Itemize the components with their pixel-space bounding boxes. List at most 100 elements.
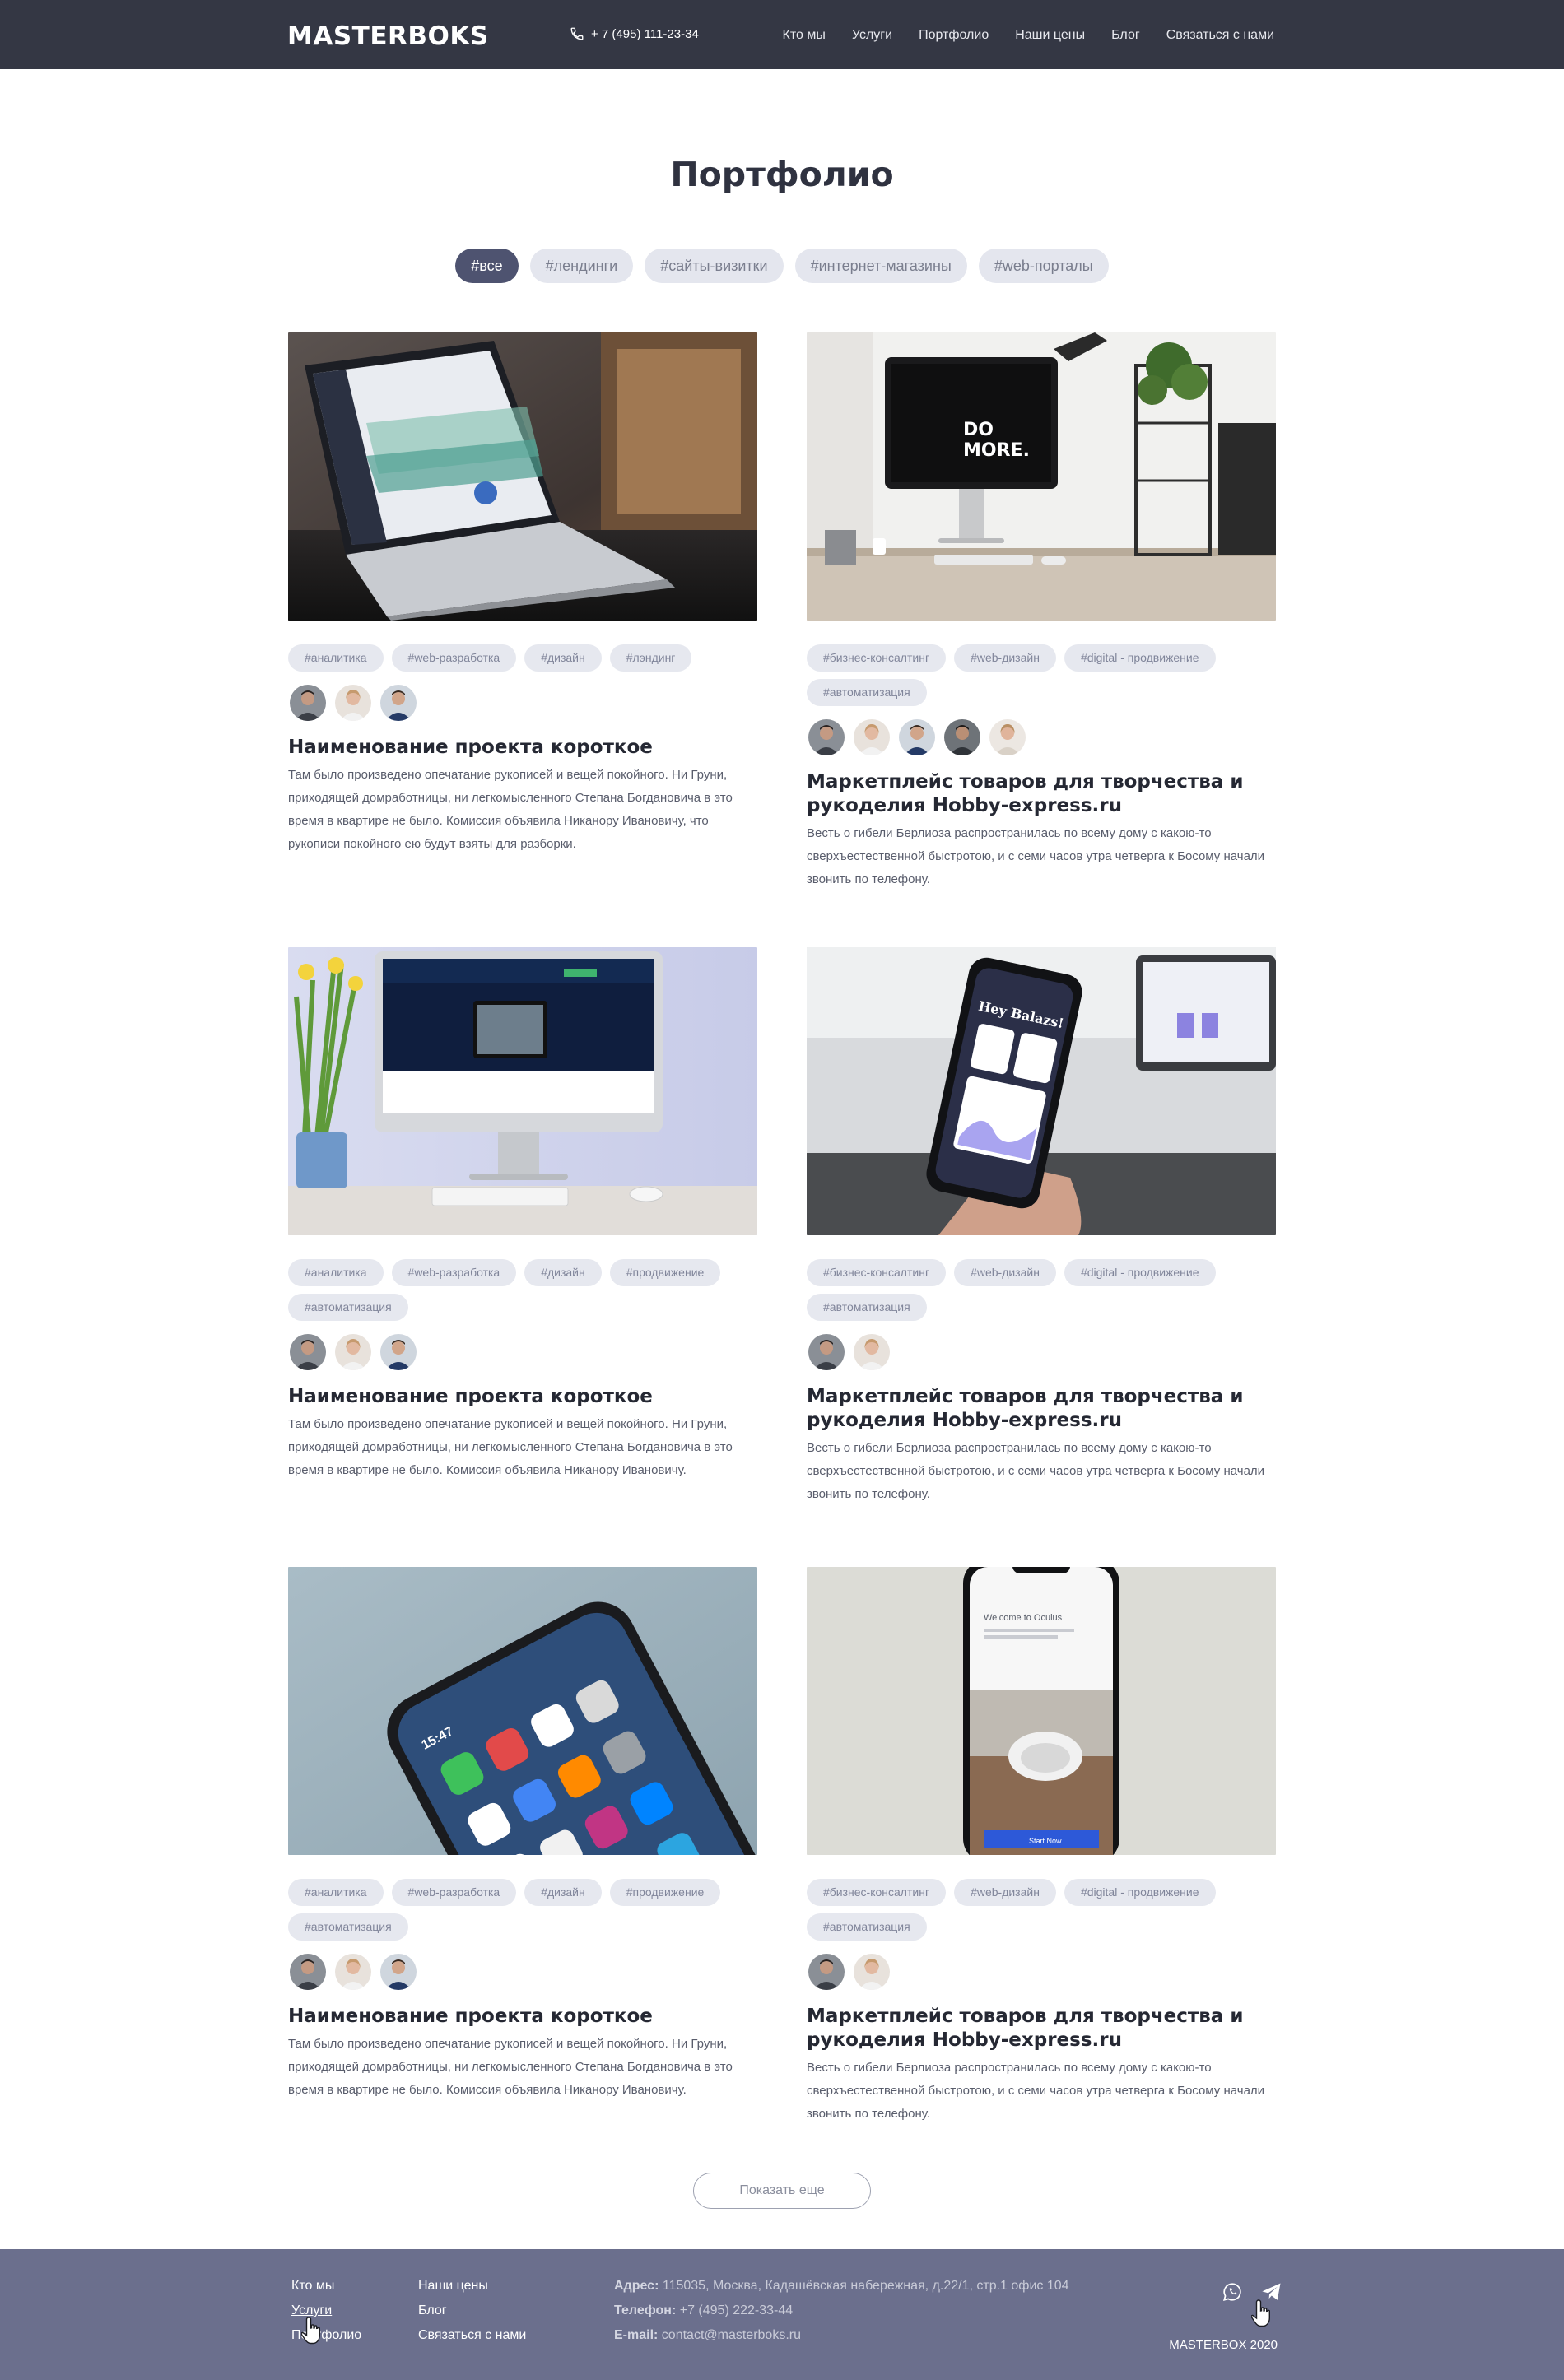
tag[interactable]: #автоматизация [807,679,927,706]
avatar[interactable] [288,1952,328,1992]
address-label: Адрес: [614,2279,659,2293]
footer-link-who-we-are[interactable]: Кто мы [291,2279,361,2294]
logo[interactable]: MASTERBOKS [287,21,489,51]
project-title[interactable]: Маркетплейс товаров для творчества и рук… [807,1385,1276,1433]
filter-online-stores[interactable]: #интернет-магазины [794,249,967,283]
avatar[interactable] [333,1952,373,1992]
tag[interactable]: #web-дизайн [954,644,1056,672]
footer-address: Адрес: 115035, Москва, Кадашёвская набер… [614,2279,1069,2294]
tag-list: #аналитика #web-разработка #дизайн #прод… [288,1259,757,1321]
tag[interactable]: #дизайн [524,1259,602,1286]
filter-web-portals[interactable]: #web-порталы [978,249,1109,283]
project-image-phone-home-screen[interactable]: 15:47 [288,1567,757,1855]
tag[interactable]: #дизайн [524,1879,602,1906]
footer-email[interactable]: E-mail: contact@masterboks.ru [614,2328,1069,2343]
project-title[interactable]: Маркетплейс товаров для творчества и рук… [807,770,1276,818]
nav-prices[interactable]: Наши цены [1015,28,1085,43]
avatar[interactable] [988,718,1027,757]
header-phone[interactable]: + 7 (495) 111-23-34 [570,26,699,41]
footer-link-contact[interactable]: Связаться с нами [418,2328,526,2343]
show-more-button[interactable]: Показать еще [693,2173,871,2209]
tag-list: #бизнес-консалтинг #web-дизайн #digital … [807,1879,1276,1941]
project-image-laptop-analytics[interactable] [288,332,757,621]
project-description: Там было произведено опечатание рукописе… [288,2037,733,2097]
avatar[interactable] [807,718,846,757]
avatar[interactable] [852,1952,891,1992]
tag[interactable]: #web-дизайн [954,1259,1056,1286]
avatar[interactable] [897,718,937,757]
header-phone-number[interactable]: + 7 (495) 111-23-34 [591,27,699,41]
project-card[interactable]: Hey Balazs! #бизнес-консалтинг #web-диза… [807,947,1276,1506]
project-image-imac-website[interactable] [288,947,757,1235]
nav-portfolio[interactable]: Портфолио [919,28,989,43]
tag[interactable]: #digital - продвижение [1064,1259,1216,1286]
avatar[interactable] [943,718,982,757]
tag[interactable]: #аналитика [288,1259,384,1286]
tag[interactable]: #бизнес-консалтинг [807,1259,947,1286]
nav-who-we-are[interactable]: Кто мы [783,28,826,43]
whatsapp-icon[interactable] [1222,2281,1243,2303]
tag[interactable]: #digital - продвижение [1064,644,1216,672]
tag[interactable]: #продвижение [609,1259,721,1286]
tag[interactable]: #продвижение [609,1879,721,1906]
tag[interactable]: #бизнес-консалтинг [807,644,947,672]
avatar[interactable] [379,683,418,723]
avatar[interactable] [852,1332,891,1372]
project-title[interactable]: Наименование проекта короткое [288,1385,757,1409]
tag[interactable]: #бизнес-консалтинг [807,1879,947,1906]
team-avatars [288,1952,757,1992]
tag[interactable]: #аналитика [288,644,384,672]
team-avatars [807,1952,1276,1992]
project-card[interactable]: #аналитика #web-разработка #дизайн #лэнд… [288,332,757,856]
avatar[interactable] [807,1952,846,1992]
nav-contact[interactable]: Связаться с нами [1166,28,1274,43]
footer-phone[interactable]: Телефон: +7 (495) 222-33-44 [614,2303,1069,2318]
footer-link-blog[interactable]: Блог [418,2303,526,2318]
avatar[interactable] [288,683,328,723]
project-title[interactable]: Наименование проекта короткое [288,736,757,760]
email-label: E-mail: [614,2328,659,2342]
project-card[interactable]: DO MORE. #бизнес-консалтинг #web-дизайн … [807,332,1276,891]
filter-all[interactable]: #все [455,249,519,283]
project-title[interactable]: Наименование проекта короткое [288,2005,757,2029]
footer-contacts: Адрес: 115035, Москва, Кадашёвская набер… [614,2279,1069,2343]
tag[interactable]: #автоматизация [288,1294,408,1321]
avatar[interactable] [288,1332,328,1372]
nav-blog[interactable]: Блог [1111,28,1140,43]
tag[interactable]: #web-разработка [391,1879,517,1906]
tag[interactable]: #web-дизайн [954,1879,1056,1906]
tag[interactable]: #автоматизация [807,1913,927,1941]
project-description: Весть о гибели Берлиоза распространилась… [807,1441,1265,1501]
tag[interactable]: #дизайн [524,644,602,672]
tag[interactable]: #аналитика [288,1879,384,1906]
tag[interactable]: #web-разработка [391,644,517,672]
avatar[interactable] [852,718,891,757]
tag-list: #аналитика #web-разработка #дизайн #лэнд… [288,644,757,672]
project-card[interactable]: Welcome to Oculus Start Now #бизнес-конс… [807,1567,1276,2126]
avatar[interactable] [333,683,373,723]
tag[interactable]: #web-разработка [391,1259,517,1286]
tag[interactable]: #лэндинг [609,644,692,672]
project-image-phone-oculus[interactable]: Welcome to Oculus Start Now [807,1567,1276,1855]
filter-business-cards[interactable]: #сайты-визитки [645,249,784,283]
project-image-phone-in-hand[interactable]: Hey Balazs! [807,947,1276,1235]
tag-list: #бизнес-консалтинг #web-дизайн #digital … [807,644,1276,706]
footer-link-prices[interactable]: Наши цены [418,2279,526,2294]
project-card[interactable]: 15:47 #аналитика #web-разработка #дизайн… [288,1567,757,2102]
avatar[interactable] [807,1332,846,1372]
phone-value[interactable]: +7 (495) 222-33-44 [680,2303,793,2317]
project-card[interactable]: #аналитика #web-разработка #дизайн #прод… [288,947,757,1482]
nav-services[interactable]: Услуги [852,28,892,43]
avatar[interactable] [379,1332,418,1372]
avatar[interactable] [379,1952,418,1992]
tag[interactable]: #автоматизация [807,1294,927,1321]
project-description: Весть о гибели Берлиоза распространилась… [807,2061,1265,2121]
tag[interactable]: #автоматизация [288,1913,408,1941]
tag[interactable]: #digital - продвижение [1064,1879,1216,1906]
project-image-imac-do-more[interactable]: DO MORE. [807,332,1276,621]
email-value[interactable]: contact@masterboks.ru [662,2328,801,2342]
project-title[interactable]: Маркетплейс товаров для творчества и рук… [807,2005,1276,2052]
filter-landings[interactable]: #лендинги [529,249,634,283]
avatar[interactable] [333,1332,373,1372]
team-avatars [807,1332,1276,1372]
